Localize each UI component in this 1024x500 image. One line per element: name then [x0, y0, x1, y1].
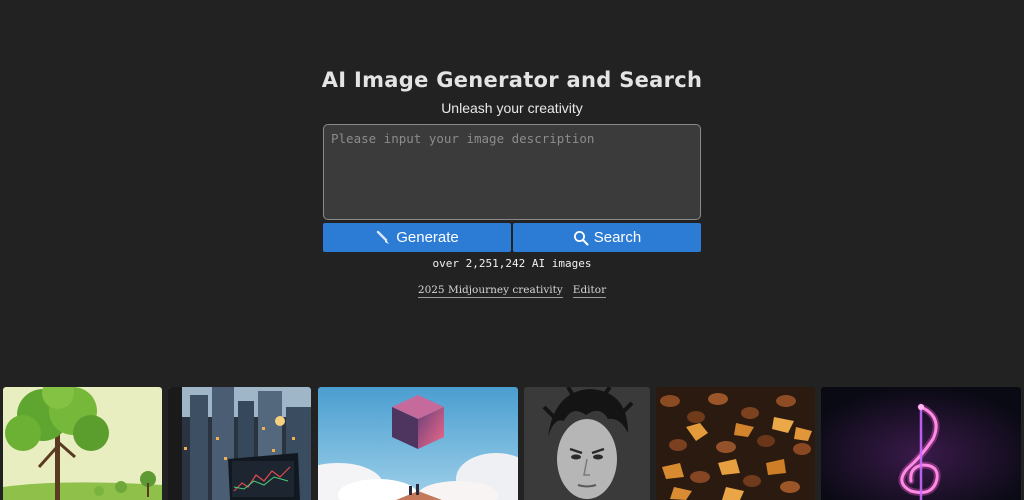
- image-description-input[interactable]: [323, 124, 701, 220]
- image-gallery: [0, 387, 1024, 500]
- generate-button-label: Generate: [396, 229, 459, 246]
- search-button[interactable]: Search: [513, 223, 701, 252]
- coffee-leaves-image: [656, 387, 815, 500]
- portrait-image: [524, 387, 650, 500]
- midjourney-creativity-link[interactable]: 2025 Midjourney creativity: [417, 284, 563, 298]
- gallery-item-tree[interactable]: [3, 387, 162, 500]
- image-count: over 2,251,242 AI images: [432, 257, 592, 270]
- gallery-item-floating-cube[interactable]: [318, 387, 518, 500]
- page-subtitle: Unleash your creativity: [441, 100, 583, 116]
- footer-links: 2025 Midjourney creativity Editor: [0, 284, 1024, 298]
- gallery-item-coffee-leaves[interactable]: [656, 387, 815, 500]
- page-title: AI Image Generator and Search: [321, 68, 703, 92]
- page: AI Image Generator and Search Unleash yo…: [0, 0, 1024, 500]
- gallery-item-neon-music-note[interactable]: [821, 387, 1021, 500]
- generate-button[interactable]: Generate: [323, 223, 511, 252]
- neon-music-note-image: [821, 387, 1021, 500]
- search-button-label: Search: [593, 229, 642, 246]
- floating-cube-image: [318, 387, 518, 500]
- gallery-item-portrait[interactable]: [524, 387, 650, 500]
- city-laptop-image: [168, 387, 311, 500]
- editor-link[interactable]: Editor: [572, 284, 607, 298]
- search-icon: [573, 230, 589, 246]
- gallery-item-city-laptop[interactable]: [168, 387, 311, 500]
- tree-image: [3, 387, 162, 500]
- brush-icon: [375, 230, 391, 246]
